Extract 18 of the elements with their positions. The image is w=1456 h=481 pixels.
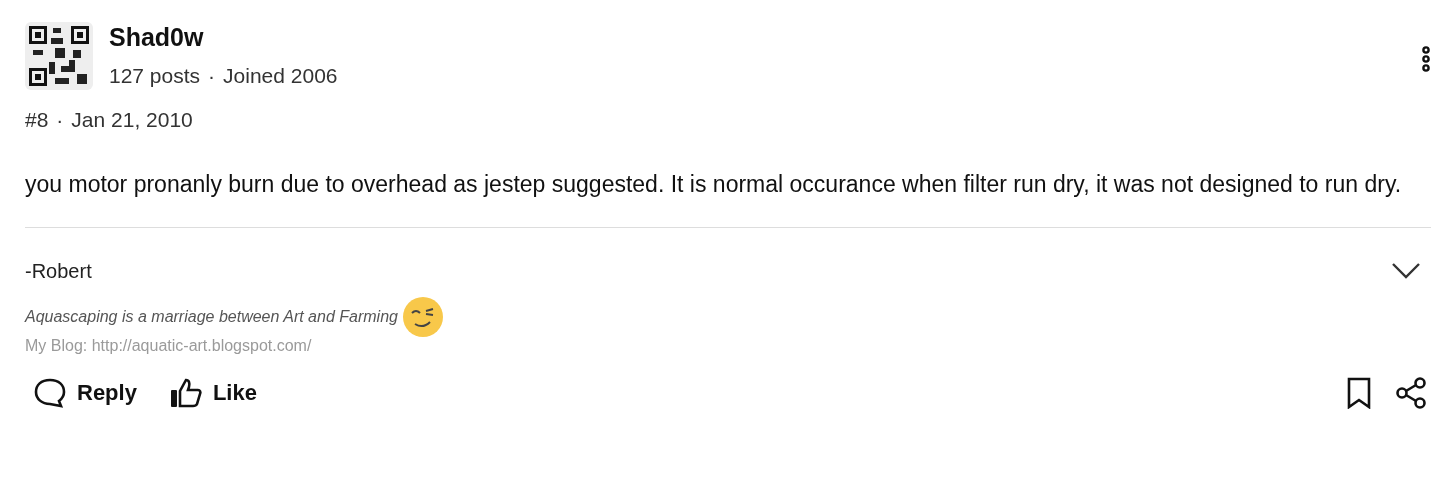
reply-button[interactable]: Reply: [25, 372, 145, 413]
post-count: 127 posts: [109, 63, 201, 89]
post-body: you motor pronanly burn due to overhead as jestep suggested. It is normal occurance when filter run dry, it was not designed to run dry.: [25, 170, 1403, 199]
join-date: Joined 2006: [223, 63, 338, 89]
more-options-icon[interactable]: [1421, 46, 1431, 72]
like-button[interactable]: Like: [160, 372, 265, 413]
bookmark-icon[interactable]: [1347, 376, 1371, 409]
author-name[interactable]: Shad0w: [109, 22, 1421, 52]
signature-text: Aquascaping is a marriage between Art and Farming: [25, 307, 398, 327]
signature-text: -Robert: [25, 259, 92, 284]
separator-dot: ·: [56, 106, 64, 133]
reply-icon: [33, 376, 67, 409]
post-number[interactable]: #8: [25, 103, 49, 135]
separator-dot: ·: [208, 63, 216, 89]
like-icon: [168, 376, 203, 409]
signature-text: My Blog: http://aquatic-art.blogspot.com/: [25, 338, 312, 354]
share-icon[interactable]: [1395, 376, 1427, 409]
post-date: Jan 21, 2010: [71, 106, 193, 133]
